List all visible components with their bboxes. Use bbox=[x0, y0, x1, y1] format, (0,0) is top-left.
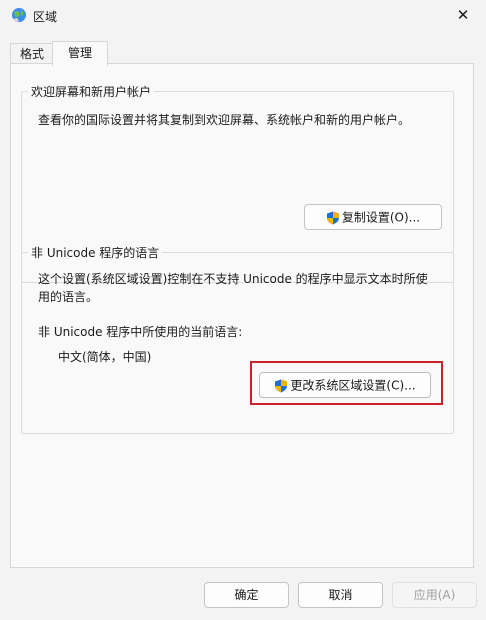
cancel-label: 取消 bbox=[328, 588, 353, 602]
close-button[interactable]: ✕ bbox=[440, 0, 486, 30]
tab-administrative[interactable]: 管理 bbox=[52, 41, 108, 66]
current-language-label: 非 Unicode 程序中所使用的当前语言: bbox=[38, 325, 243, 339]
window-title: 区域 bbox=[33, 10, 58, 24]
non-unicode-description-line2: 用的语言。 bbox=[38, 290, 99, 304]
copy-settings-button[interactable]: 复制设置(O)... bbox=[304, 204, 442, 230]
welcome-description: 查看你的国际设置并将其复制到欢迎屏幕、系统帐户和新的用户帐户。 bbox=[38, 113, 411, 127]
ok-label: 确定 bbox=[234, 588, 259, 602]
apply-button[interactable]: 应用(A) bbox=[392, 582, 477, 608]
copy-settings-label: 复制设置(O)... bbox=[341, 210, 421, 225]
globe-region-icon bbox=[12, 8, 26, 22]
non-unicode-group: 非 Unicode 程序的语言 这个设置(系统区域设置)控制在不支持 Unico… bbox=[21, 244, 454, 434]
apply-label: 应用(A) bbox=[413, 588, 456, 602]
title-bar: 区域 ✕ bbox=[0, 0, 486, 32]
current-language-value: 中文(简体，中国) bbox=[58, 350, 152, 364]
change-system-locale-label: 更改系统区域设置(C)... bbox=[290, 378, 416, 393]
cancel-button[interactable]: 取消 bbox=[298, 582, 383, 608]
welcome-group-title: 欢迎屏幕和新用户帐户 bbox=[28, 83, 155, 100]
close-icon: ✕ bbox=[456, 6, 470, 24]
change-system-locale-button[interactable]: 更改系统区域设置(C)... bbox=[259, 372, 431, 398]
tab-format[interactable]: 格式 bbox=[10, 43, 54, 64]
tab-panel: 欢迎屏幕和新用户帐户 查看你的国际设置并将其复制到欢迎屏幕、系统帐户和新的用户帐… bbox=[10, 63, 474, 568]
uac-shield-icon bbox=[326, 211, 339, 224]
tab-format-label: 格式 bbox=[19, 47, 44, 61]
ok-button[interactable]: 确定 bbox=[204, 582, 289, 608]
tab-administrative-label: 管理 bbox=[67, 46, 92, 60]
non-unicode-description-line1: 这个设置(系统区域设置)控制在不支持 Unicode 的程序中显示文本时所使 bbox=[38, 272, 428, 286]
non-unicode-group-title: 非 Unicode 程序的语言 bbox=[28, 244, 163, 261]
uac-shield-icon bbox=[275, 379, 288, 392]
